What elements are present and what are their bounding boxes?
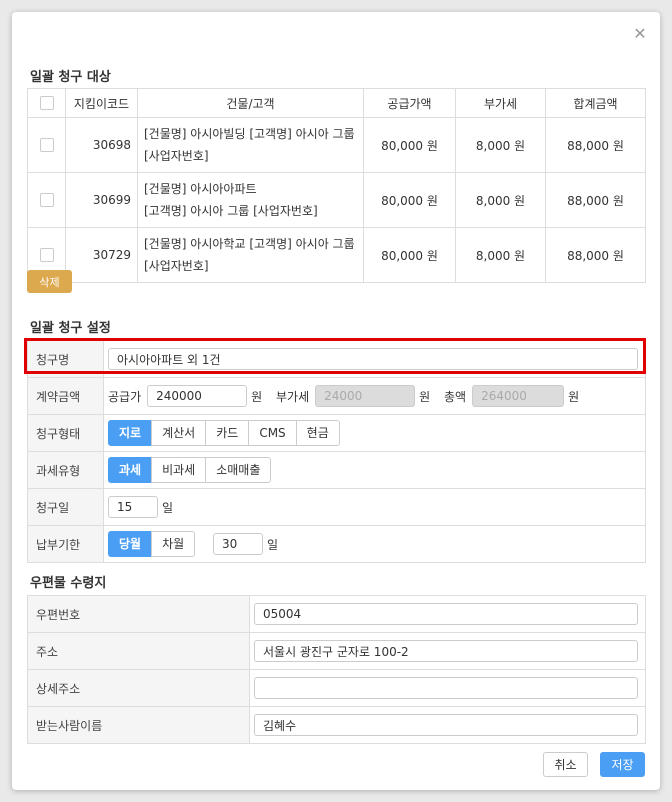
row-checkbox[interactable] (39, 138, 54, 153)
bulk-billing-modal: ✕ 일괄 청구 대상 지킴이코드 건물/고객 공급가액 부가세 합계금액 306… (12, 12, 660, 790)
due-label: 납부기한 (27, 525, 104, 563)
row-checkbox[interactable] (39, 193, 54, 208)
mail-table: 우편번호 주소 상세주소 받는사람이름 (27, 595, 646, 744)
col-code-header: 지킴이코드 (65, 88, 138, 118)
tax-type-taxable[interactable]: 과세 (108, 457, 153, 483)
table-row: 30729 [건물명] 아시아학교 [고객명] 아시아 그룹 [사업자번호] 80… (27, 227, 646, 283)
col-vat-header: 부가세 (455, 88, 546, 118)
due-month-group: 당월 차월 (108, 531, 196, 557)
billing-day-input[interactable] (108, 496, 158, 518)
mail-title: 우편물 수령지 (30, 576, 107, 591)
delete-button[interactable]: 삭제 (27, 270, 72, 293)
due-current-month[interactable]: 당월 (108, 531, 153, 557)
settings-table: 청구명 계약금액 공급가 원 부가세 원 총액 원 청구형태 지로 계산서 카드 CM… (27, 340, 646, 563)
select-all-checkbox[interactable] (39, 96, 54, 111)
billing-name-label: 청구명 (27, 340, 104, 378)
row-checkbox[interactable] (39, 248, 54, 263)
billing-type-giro[interactable]: 지로 (108, 420, 153, 446)
billing-type-label: 청구형태 (27, 414, 104, 452)
supply-input[interactable] (147, 385, 248, 407)
billing-type-invoice[interactable]: 계산서 (151, 420, 207, 446)
address-label: 주소 (27, 632, 250, 670)
save-button[interactable]: 저장 (600, 752, 645, 777)
settings-row-amount: 계약금액 공급가 원 부가세 원 총액 원 (27, 377, 646, 415)
targets-title: 일괄 청구 대상 (30, 70, 111, 85)
mail-row-recipient: 받는사람이름 (27, 706, 646, 744)
col-total-header: 합계금액 (545, 88, 646, 118)
total-unit: 원 (568, 389, 580, 404)
close-icon[interactable]: ✕ (632, 26, 648, 42)
vat-unit: 원 (419, 389, 431, 404)
row-vat: 8,000 원 (455, 227, 546, 283)
targets-table: 지킴이코드 건물/고객 공급가액 부가세 합계금액 30698 [건물명] 아시… (27, 88, 646, 283)
supply-label: 공급가 (108, 389, 142, 404)
settings-row-due: 납부기한 당월 차월 일 (27, 525, 646, 563)
mail-row-detail: 상세주소 (27, 669, 646, 707)
row-total: 88,000 원 (545, 172, 646, 228)
mail-row-address: 주소 (27, 632, 646, 670)
billing-type-group: 지로 계산서 카드 CMS 현금 (108, 420, 340, 446)
row-building: [건물명] 아시아빌딩 [고객명] 아시아 그룹 [사업자번호] (137, 117, 364, 173)
supply-unit: 원 (251, 389, 263, 404)
row-supply: 80,000 원 (363, 227, 456, 283)
due-day-unit: 일 (267, 537, 279, 552)
row-total: 88,000 원 (545, 227, 646, 283)
row-vat: 8,000 원 (455, 172, 546, 228)
vat-label: 부가세 (276, 389, 310, 404)
recipient-input[interactable] (254, 714, 638, 736)
col-building-header: 건물/고객 (137, 88, 364, 118)
billing-type-cash[interactable]: 현금 (295, 420, 340, 446)
tax-type-label: 과세유형 (27, 451, 104, 489)
row-vat: 8,000 원 (455, 117, 546, 173)
table-row: 30699 [건물명] 아시아아파트 [고객명] 아시아 그룹 [사업자번호] 8… (27, 172, 646, 228)
billing-name-input[interactable] (108, 348, 638, 370)
total-label: 총액 (444, 389, 467, 404)
row-total: 88,000 원 (545, 117, 646, 173)
settings-row-tax: 과세유형 과세 비과세 소매매출 (27, 451, 646, 489)
billing-day-unit: 일 (162, 500, 174, 515)
billing-type-card[interactable]: 카드 (205, 420, 250, 446)
recipient-label: 받는사람이름 (27, 706, 250, 744)
row-code: 30729 (65, 227, 138, 283)
settings-title: 일괄 청구 설정 (30, 321, 111, 336)
col-supply-header: 공급가액 (363, 88, 456, 118)
settings-row-day: 청구일 일 (27, 488, 646, 526)
tax-type-group: 과세 비과세 소매매출 (108, 457, 272, 483)
table-row: 30698 [건물명] 아시아빌딩 [고객명] 아시아 그룹 [사업자번호] 80… (27, 117, 646, 173)
due-next-month[interactable]: 차월 (151, 531, 196, 557)
row-supply: 80,000 원 (363, 117, 456, 173)
cancel-button[interactable]: 취소 (543, 752, 588, 777)
tax-type-exempt[interactable]: 비과세 (151, 457, 207, 483)
due-day-input[interactable] (213, 533, 264, 555)
billing-type-cms[interactable]: CMS (248, 420, 297, 446)
detail-address-input[interactable] (254, 677, 638, 699)
vat-input (315, 385, 416, 407)
contract-amount-label: 계약금액 (27, 377, 104, 415)
tax-type-retail[interactable]: 소매매출 (205, 457, 272, 483)
detail-address-label: 상세주소 (27, 669, 250, 707)
row-code: 30699 (65, 172, 138, 228)
billing-day-label: 청구일 (27, 488, 104, 526)
row-supply: 80,000 원 (363, 172, 456, 228)
zip-input[interactable] (254, 603, 638, 625)
total-input (472, 385, 565, 407)
mail-row-zip: 우편번호 (27, 595, 646, 633)
zip-label: 우편번호 (27, 595, 250, 633)
address-input[interactable] (254, 640, 638, 662)
settings-row-name: 청구명 (27, 340, 646, 378)
targets-header-row: 지킴이코드 건물/고객 공급가액 부가세 합계금액 (27, 88, 646, 118)
settings-row-type: 청구형태 지로 계산서 카드 CMS 현금 (27, 414, 646, 452)
row-building: [건물명] 아시아아파트 [고객명] 아시아 그룹 [사업자번호] (137, 172, 364, 228)
row-code: 30698 (65, 117, 138, 173)
row-building: [건물명] 아시아학교 [고객명] 아시아 그룹 [사업자번호] (137, 227, 364, 283)
